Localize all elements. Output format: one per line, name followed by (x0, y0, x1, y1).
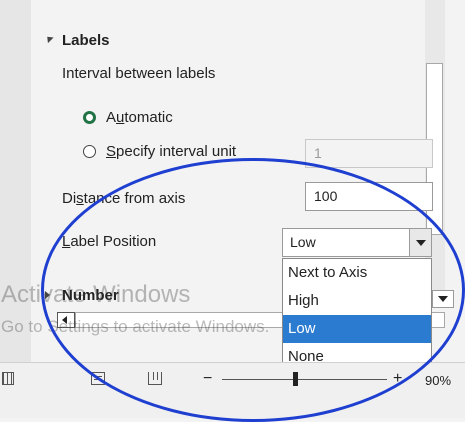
chevron-down-icon (438, 296, 448, 302)
menu-item-next-to-axis[interactable]: Next to Axis (283, 259, 431, 287)
distance-input[interactable]: 100 (305, 182, 433, 211)
label-position-dropdown-button[interactable] (409, 229, 431, 256)
dropdown-arrow-icon (416, 240, 426, 246)
page-layout-view-icon[interactable] (91, 372, 105, 385)
distance-label: Distance from axis (62, 190, 186, 207)
zoom-slider-track[interactable] (222, 379, 387, 380)
left-strip (0, 0, 31, 417)
specify-interval-label[interactable]: Specify interval unit (106, 143, 236, 161)
interval-label: Interval between labels (62, 65, 216, 82)
label-position-menu: Next to Axis High Low None (282, 258, 432, 371)
specify-interval-radio[interactable] (83, 145, 96, 158)
section-title-labels[interactable]: Labels (62, 32, 110, 50)
zoom-slider-thumb[interactable] (293, 372, 298, 386)
menu-item-high[interactable]: High (283, 287, 431, 315)
automatic-radio[interactable] (83, 111, 96, 124)
interval-unit-input[interactable]: 1 (305, 139, 433, 168)
label-position-value: Low (290, 234, 316, 250)
zoom-in-button[interactable]: + (393, 370, 402, 388)
zoom-level[interactable]: 90% (425, 372, 451, 390)
underlying-dropdown-button[interactable] (432, 290, 454, 308)
label-position-label: Label Position (62, 233, 157, 250)
activate-windows-title: Activate Windows (1, 281, 191, 308)
activate-windows-subtitle: Go to Settings to activate Windows. (1, 317, 270, 336)
zoom-out-button[interactable]: − (203, 370, 212, 388)
page-break-preview-icon[interactable] (148, 372, 162, 385)
normal-view-icon[interactable] (2, 372, 14, 385)
menu-item-low[interactable]: Low (283, 315, 431, 343)
automatic-label[interactable]: Automatic (106, 109, 173, 127)
